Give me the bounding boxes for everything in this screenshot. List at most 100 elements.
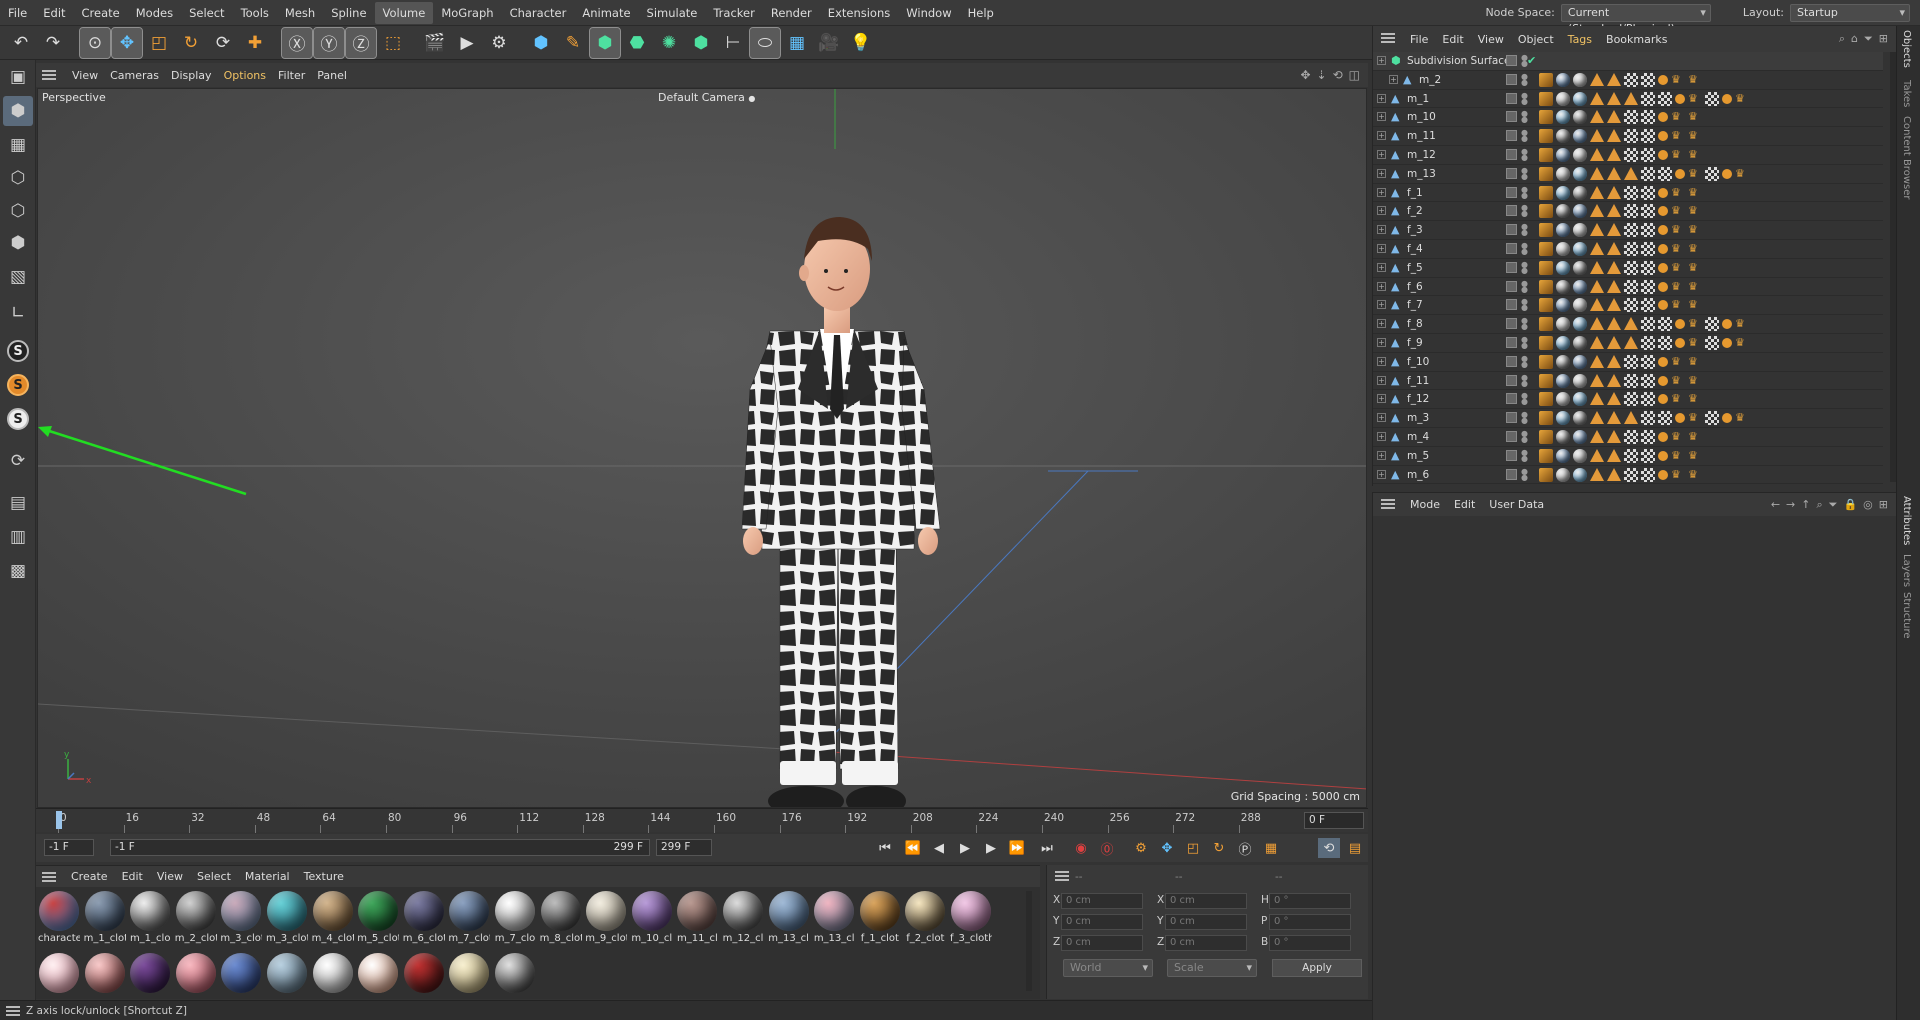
rotate-view-icon[interactable]: ⟲ [1333, 68, 1343, 82]
object-tag-icon[interactable] [1590, 298, 1604, 312]
object-tag-icon[interactable] [1590, 279, 1604, 293]
layer-visibility-icon[interactable] [1506, 468, 1517, 480]
object-tag-icon[interactable] [1641, 373, 1655, 388]
object-tag-icon[interactable] [1624, 148, 1638, 162]
object-tag-icon[interactable] [1607, 430, 1621, 443]
object-menu-bookmarks[interactable]: Bookmarks [1599, 33, 1674, 46]
visibility-dots-icon[interactable]: ● ● [1521, 110, 1528, 124]
object-tag-icon[interactable] [1556, 129, 1570, 144]
object-tag-icon[interactable]: ♛ [1735, 167, 1749, 181]
object-tag-icon[interactable] [1539, 91, 1553, 106]
object-tag-icon[interactable] [1590, 430, 1604, 443]
object-tag-icon[interactable] [1590, 110, 1604, 124]
object-tag-icon[interactable] [1556, 279, 1570, 294]
object-tag-icon[interactable] [1658, 432, 1668, 442]
attributes-menu-icon[interactable] [1381, 499, 1395, 509]
viewport-menu-options[interactable]: Options [218, 69, 272, 82]
add-icon[interactable]: ✚ [240, 28, 270, 58]
edges-mode-icon[interactable]: ⬡ [3, 196, 33, 226]
material-swatch[interactable] [494, 953, 536, 993]
move-icon[interactable]: ✥ [111, 26, 143, 59]
object-row[interactable]: + ▲ f_3 ● ● ♛ ♛ [1373, 221, 1883, 240]
object-row[interactable]: + ▲ m_3 ● ● ♛ ♛ [1373, 409, 1883, 428]
object-tag-icon[interactable] [1607, 298, 1621, 312]
object-tag-icon[interactable] [1590, 148, 1604, 161]
object-tag-icon[interactable]: ♛ [1688, 242, 1702, 256]
object-tag-icon[interactable] [1539, 204, 1553, 219]
material-swatch[interactable] [175, 953, 217, 993]
object-tag-icon[interactable] [1658, 317, 1672, 332]
camera-name[interactable]: Default Camera ● [658, 91, 755, 104]
object-tag-icon[interactable] [1624, 185, 1638, 200]
object-tag-icon[interactable] [1624, 317, 1638, 331]
menu-animate[interactable]: Animate [574, 2, 638, 24]
layer-visibility-icon[interactable] [1506, 374, 1517, 386]
live-selection-icon[interactable]: ⊙ [79, 26, 111, 59]
object-tag-icon[interactable] [1607, 354, 1621, 368]
object-tag-icon[interactable]: ♛ [1688, 148, 1702, 162]
object-row[interactable]: + ▲ f_9 ● ● ♛ ♛ [1373, 334, 1883, 353]
expand-toggle-icon[interactable]: + [1377, 394, 1386, 404]
visibility-dots-icon[interactable]: ● ● [1521, 166, 1528, 180]
vtab-objects[interactable]: Objects [1901, 30, 1912, 68]
object-row[interactable]: + ▲ f_4 ● ● ♛ ♛ [1373, 240, 1883, 259]
material-swatch[interactable]: m_5_clot [357, 891, 399, 944]
visibility-dots-icon[interactable]: ● ● [1521, 242, 1528, 256]
object-tag-icon[interactable] [1573, 166, 1587, 181]
layer-visibility-icon[interactable] [1506, 449, 1517, 461]
object-tag-icon[interactable]: ♛ [1671, 129, 1685, 143]
object-tag-icon[interactable] [1675, 338, 1685, 348]
visibility-dots-icon[interactable]: ● ● [1521, 279, 1528, 293]
material-swatch[interactable]: m_2_clot [175, 891, 217, 944]
object-tag-icon[interactable] [1658, 375, 1668, 386]
object-tag-icon[interactable]: ♛ [1671, 223, 1685, 237]
object-tag-icon[interactable] [1590, 317, 1604, 331]
object-tag-icon[interactable] [1573, 110, 1587, 125]
layer-visibility-icon[interactable] [1506, 205, 1517, 217]
material-swatch[interactable] [38, 953, 80, 993]
object-tag-icon[interactable]: ♛ [1688, 336, 1702, 350]
object-tag-icon[interactable]: ♛ [1688, 204, 1702, 218]
object-tag-icon[interactable] [1658, 356, 1668, 367]
model-mode-icon[interactable]: ⬢ [3, 96, 33, 126]
expand-toggle-icon[interactable]: + [1377, 469, 1386, 479]
layer-visibility-icon[interactable] [1506, 149, 1517, 160]
object-tag-icon[interactable] [1641, 148, 1655, 162]
visibility-dots-icon[interactable]: ● ● [1521, 354, 1528, 368]
play-icon[interactable]: ▶ [954, 838, 976, 858]
layer-visibility-icon[interactable] [1506, 224, 1517, 236]
coordinate-mode-dropdown[interactable]: World [1063, 959, 1153, 977]
object-menu-icon[interactable] [1381, 33, 1395, 43]
object-tag-icon[interactable] [1607, 223, 1621, 237]
attributes-menu-edit[interactable]: Edit [1447, 498, 1482, 511]
object-tag-icon[interactable] [1624, 279, 1638, 294]
object-tag-icon[interactable] [1641, 185, 1655, 200]
layer-visibility-icon[interactable] [1506, 412, 1517, 424]
object-tag-icon[interactable]: ♛ [1671, 242, 1685, 256]
visibility-dots-icon[interactable]: ● ● [1521, 91, 1528, 105]
visibility-dots-icon[interactable]: ● ● [1521, 336, 1528, 350]
material-swatch[interactable]: f_3_cloth [950, 891, 992, 944]
vtab-structure[interactable]: Structure [1901, 592, 1912, 639]
object-tag-icon[interactable] [1607, 204, 1621, 218]
object-tag-icon[interactable] [1658, 74, 1668, 85]
expand-toggle-icon[interactable]: + [1377, 413, 1386, 423]
object-tag-icon[interactable] [1624, 392, 1638, 407]
object-tag-icon[interactable] [1590, 260, 1604, 274]
axis-mode-icon[interactable]: ∟ [3, 298, 33, 328]
object-tag-icon[interactable] [1641, 279, 1655, 294]
expand-toggle-icon[interactable]: + [1377, 375, 1386, 385]
object-row[interactable]: + ▲ f_6 ● ● ♛ ♛ [1373, 278, 1883, 297]
object-tag-icon[interactable]: ♛ [1688, 110, 1702, 124]
object-tag-icon[interactable] [1590, 354, 1604, 368]
object-tag-icon[interactable] [1556, 185, 1570, 200]
layer-visibility-icon[interactable] [1506, 299, 1517, 311]
object-tag-icon[interactable] [1573, 129, 1587, 144]
object-row[interactable]: + ▲ m_1 ● ● ♛ ♛ [1373, 90, 1883, 109]
object-tag-icon[interactable] [1705, 91, 1719, 106]
locked-workplane-icon[interactable]: ▥ [3, 522, 33, 552]
object-row[interactable]: + ⬢ Subdivision Surface ● ● ✔ [1373, 52, 1883, 71]
material-swatch[interactable]: m_11_cl [676, 891, 718, 944]
object-tag-icon[interactable] [1573, 204, 1587, 219]
object-tag-icon[interactable]: ♛ [1671, 186, 1685, 200]
